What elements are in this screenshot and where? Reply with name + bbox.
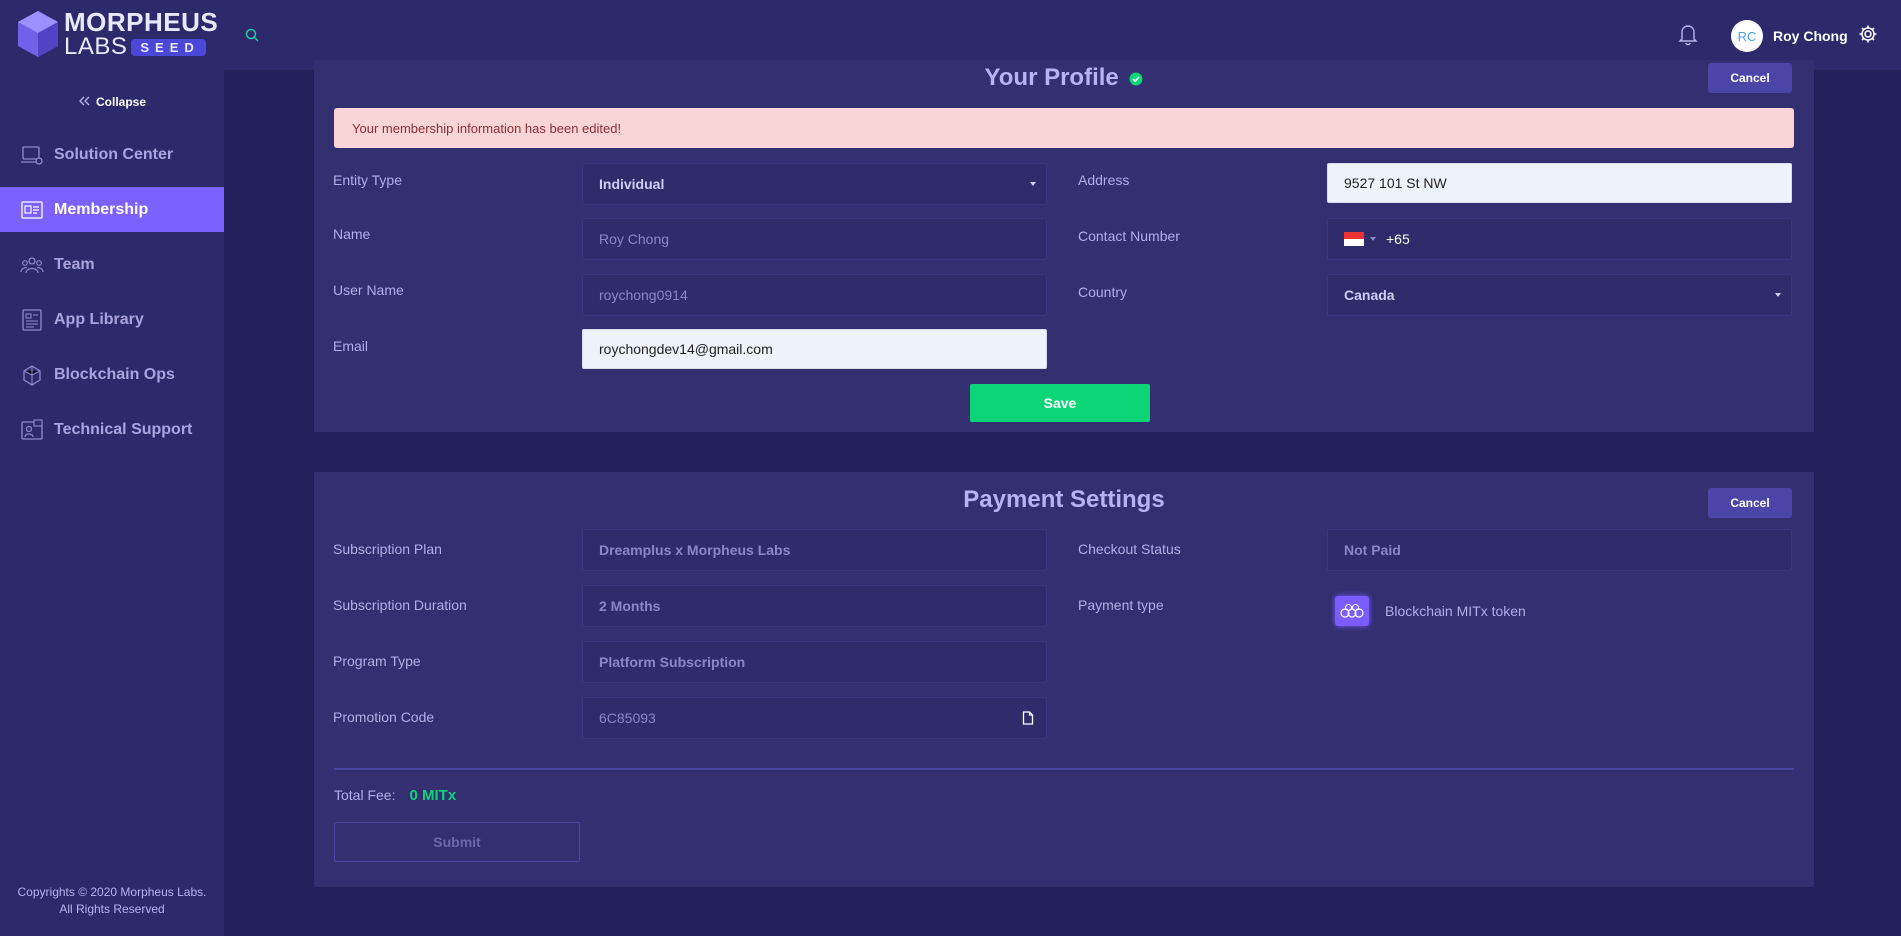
subscription-plan-field: Dreamplus x Morpheus Labs — [582, 529, 1047, 571]
checkout-status-field: Not Paid — [1327, 529, 1792, 571]
program-type-label: Program Type — [333, 653, 421, 669]
submit-button[interactable]: Submit — [334, 822, 580, 862]
blockchain-ops-icon — [20, 363, 44, 387]
solution-center-icon — [20, 143, 44, 167]
total-fee-label: Total Fee: — [334, 787, 396, 803]
contact-number-value: +65 — [1386, 231, 1410, 247]
copy-icon[interactable] — [1022, 711, 1034, 728]
sidebar-item-team[interactable]: Team — [0, 242, 224, 287]
sidebar-item-label: Solution Center — [54, 145, 174, 163]
double-chevron-left-icon — [78, 95, 90, 109]
logo-cube-icon — [18, 11, 58, 57]
sidebar-item-technical-support[interactable]: Technical Support — [0, 407, 224, 452]
payment-type-value: Blockchain MITx token — [1385, 603, 1526, 619]
logo-name: MORPHEUS — [64, 7, 219, 37]
program-type-field: Platform Subscription — [582, 641, 1047, 683]
membership-icon — [20, 198, 44, 222]
promotion-code-label: Promotion Code — [333, 709, 435, 725]
chevron-down-icon — [1775, 293, 1781, 297]
chevron-down-icon — [1030, 182, 1036, 186]
entity-type-label: Entity Type — [333, 172, 403, 188]
team-icon — [20, 253, 44, 277]
contact-number-label: Contact Number — [1078, 228, 1180, 244]
checkout-status-value: Not Paid — [1344, 542, 1401, 558]
promotion-code-field[interactable]: 6C85093 — [582, 697, 1047, 739]
avatar[interactable]: RC — [1731, 20, 1763, 52]
flag-icon[interactable] — [1344, 232, 1364, 246]
program-type-value: Platform Subscription — [599, 654, 746, 670]
checkout-status-label: Checkout Status — [1078, 541, 1181, 557]
sidebar-item-app-library[interactable]: App Library — [0, 297, 224, 342]
subscription-plan-label: Subscription Plan — [333, 541, 442, 557]
country-label: Country — [1078, 284, 1128, 300]
bell-icon[interactable] — [1678, 22, 1698, 51]
entity-type-select[interactable]: Individual — [582, 163, 1047, 205]
sidebar-item-label: Technical Support — [54, 420, 193, 438]
sidebar-item-blockchain-ops[interactable]: Blockchain Ops — [0, 352, 224, 397]
promotion-code-value: 6C85093 — [599, 710, 656, 726]
profile-title-row: Your Profile — [314, 64, 1814, 93]
copyright-line: All Rights Reserved — [59, 902, 165, 916]
username-value: roychong0914 — [599, 287, 688, 303]
collapse-label: Collapse — [96, 95, 147, 109]
payment-cancel-button[interactable]: Cancel — [1708, 488, 1792, 518]
blockchain-token-icon — [1335, 596, 1369, 626]
app-library-icon — [20, 308, 44, 332]
subscription-duration-value: 2 Months — [599, 598, 661, 614]
email-label: Email — [333, 338, 369, 354]
search-icon[interactable] — [244, 27, 260, 48]
sidebar-item-label: Membership — [54, 200, 149, 218]
technical-support-icon — [20, 418, 44, 442]
entity-type-value: Individual — [599, 176, 665, 192]
contact-number-field[interactable]: +65 — [1327, 218, 1792, 260]
name-value: Roy Chong — [599, 231, 670, 247]
sidebar-nav: Solution Center Membership Team App Libr… — [0, 132, 224, 462]
address-field[interactable]: 9527 101 St NW — [1327, 163, 1792, 203]
total-fee-value: 0 MITx — [409, 787, 457, 804]
email-field[interactable]: roychongdev14@gmail.com — [582, 329, 1047, 369]
payment-type-option[interactable]: Blockchain MITx token — [1335, 596, 1526, 626]
copyright-line: Copyrights © 2020 Morpheus Labs. — [17, 885, 207, 899]
sidebar-item-label: Team — [54, 255, 95, 273]
sidebar: MORPHEUS LABS SEED Collapse Solution Cen… — [0, 0, 224, 936]
payment-title: Payment Settings — [963, 486, 1165, 513]
profile-cancel-button[interactable]: Cancel — [1708, 63, 1792, 93]
payment-panel: Payment Settings Cancel Subscription Pla… — [314, 472, 1814, 887]
name-label: Name — [333, 226, 371, 242]
user-name: Roy Chong — [1773, 28, 1848, 44]
verified-check-icon — [1129, 65, 1143, 93]
alert-message: Your membership information has been edi… — [334, 108, 1794, 148]
address-label: Address — [1078, 172, 1130, 188]
page-title: Your Profile — [984, 64, 1119, 91]
sidebar-item-membership[interactable]: Membership — [0, 187, 224, 232]
chevron-down-icon — [1370, 237, 1376, 241]
subscription-duration-field: 2 Months — [582, 585, 1047, 627]
divider — [334, 768, 1794, 770]
address-value: 9527 101 St NW — [1344, 175, 1447, 191]
email-value: roychongdev14@gmail.com — [599, 341, 773, 357]
name-field[interactable]: Roy Chong — [582, 218, 1047, 260]
sidebar-item-solution-center[interactable]: Solution Center — [0, 132, 224, 177]
total-fee: Total Fee: 0 MITx — [334, 787, 456, 804]
logo-seed-badge: SEED — [131, 38, 206, 56]
logo[interactable]: MORPHEUS LABS SEED — [18, 8, 218, 60]
sidebar-item-label: App Library — [54, 310, 144, 328]
logo-labs: LABS — [64, 33, 128, 60]
payment-type-label: Payment type — [1078, 597, 1164, 613]
username-field[interactable]: roychong0914 — [582, 274, 1047, 316]
subscription-duration-label: Subscription Duration — [333, 597, 467, 613]
profile-panel: Your Profile Cancel Your membership info… — [314, 60, 1814, 432]
country-value: Canada — [1344, 287, 1395, 303]
username-label: User Name — [333, 282, 404, 298]
user-menu[interactable]: RC Roy Chong — [1731, 20, 1878, 52]
save-button[interactable]: Save — [970, 384, 1150, 422]
copyright: Copyrights © 2020 Morpheus Labs. All Rig… — [0, 884, 224, 918]
country-select[interactable]: Canada — [1327, 274, 1792, 316]
subscription-plan-value: Dreamplus x Morpheus Labs — [599, 542, 791, 558]
gear-icon[interactable] — [1858, 24, 1878, 49]
collapse-button[interactable]: Collapse — [78, 95, 146, 109]
sidebar-item-label: Blockchain Ops — [54, 365, 175, 383]
